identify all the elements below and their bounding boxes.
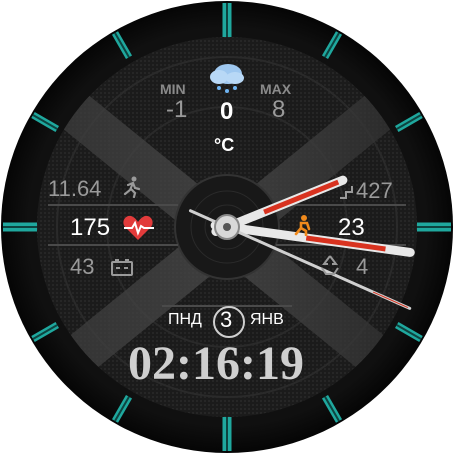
battery-icon <box>111 259 133 276</box>
notifications-value: 4 <box>356 254 369 279</box>
stairs-climber-icon <box>340 186 353 199</box>
weather-current-value: 0 <box>220 98 234 125</box>
heart-pulse-icon <box>123 215 154 240</box>
floors-value: 23 <box>338 214 365 241</box>
date-weekday: ПНД <box>168 311 202 328</box>
weather-min-label: MIN <box>160 81 186 97</box>
steps-value: 427 <box>356 178 393 203</box>
date-month: ЯНВ <box>250 311 284 328</box>
activity-icon <box>294 215 311 236</box>
recycle-icon <box>321 255 339 275</box>
running-person-icon <box>123 176 141 198</box>
distance-value: 11.64 <box>48 176 102 201</box>
snow-cloud-icon <box>210 64 244 93</box>
battery-value: 43 <box>70 254 95 279</box>
weather-max-label: MAX <box>260 81 292 97</box>
digital-time: 02:16:19 <box>128 337 304 390</box>
date-day: 3 <box>220 307 233 332</box>
heart-rate-value: 175 <box>70 214 111 241</box>
weather-unit: °C <box>214 135 235 155</box>
hands-pin <box>223 223 231 231</box>
weather-min-value: -1 <box>166 96 188 123</box>
weather-max-value: 8 <box>272 96 286 123</box>
